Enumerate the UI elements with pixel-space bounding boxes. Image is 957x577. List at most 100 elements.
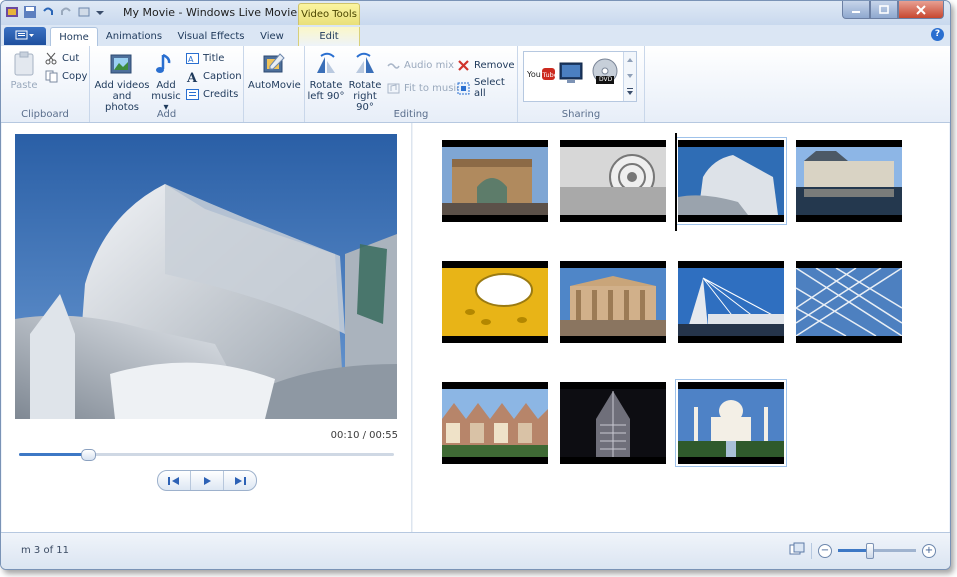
- add-music-button[interactable]: Add music ▾: [150, 51, 182, 113]
- remove-label: Remove: [474, 59, 515, 71]
- clip-thumbnail-concert-hall[interactable]: [675, 137, 787, 225]
- add-videos-label-line1: Add videos: [94, 80, 150, 91]
- clip-thumbnail-taj-mahal[interactable]: [675, 379, 787, 467]
- automovie-group: AutoMovie: [244, 46, 305, 122]
- sharing-group-label: Sharing: [561, 109, 601, 120]
- window-controls: [842, 1, 944, 19]
- storyboard: [413, 123, 949, 532]
- clip-thumbnail-column[interactable]: [560, 140, 666, 222]
- thumbnail-size-icon[interactable]: [789, 542, 805, 559]
- playback-controls: [157, 470, 257, 491]
- redo-icon[interactable]: [59, 5, 73, 19]
- clip-thumbnail-arch[interactable]: [442, 140, 548, 222]
- tab-home[interactable]: Home: [50, 27, 98, 48]
- tab-view[interactable]: View: [253, 27, 291, 46]
- automovie-icon: [261, 51, 287, 77]
- zoom-control: − +: [789, 542, 936, 559]
- dvd-share-button[interactable]: DVD: [590, 57, 620, 87]
- caption-icon: A: [186, 70, 199, 86]
- concert-hall-preview-image: [15, 134, 397, 419]
- credits-button[interactable]: Credits: [186, 86, 238, 102]
- rotate-left-label-line1: Rotate: [309, 80, 343, 91]
- tools-icon[interactable]: [77, 5, 91, 19]
- tab-edit[interactable]: Edit: [298, 27, 360, 46]
- display-share-button[interactable]: [558, 59, 586, 87]
- close-button[interactable]: [898, 1, 944, 19]
- youtube-share-button[interactable]: YouTube: [526, 66, 558, 82]
- zoom-out-button[interactable]: −: [818, 543, 832, 558]
- next-frame-icon: [235, 476, 246, 485]
- tab-animations[interactable]: Animations: [101, 27, 167, 46]
- cut-button[interactable]: Cut: [45, 50, 79, 66]
- clipboard-group-label: Clipboard: [21, 109, 69, 120]
- sharing-gallery: YouTube DVD: [523, 51, 637, 102]
- clip-thumbnail-glass-roof[interactable]: [796, 261, 902, 343]
- audio-mix-button[interactable]: Audio mix: [387, 57, 454, 73]
- seek-thumb[interactable]: [80, 449, 96, 461]
- clip-thumbnail-yellow-ceiling[interactable]: [442, 261, 548, 343]
- rotate-right-button[interactable]: Rotate right 90°: [345, 51, 385, 113]
- zoom-slider[interactable]: [838, 543, 916, 559]
- audio-mix-icon: [387, 59, 400, 72]
- previous-frame-button[interactable]: [158, 471, 190, 490]
- save-icon[interactable]: [23, 5, 37, 19]
- scissors-icon: [45, 52, 58, 65]
- zoom-slider-thumb[interactable]: [866, 543, 875, 559]
- music-note-icon: [153, 51, 179, 77]
- automovie-button[interactable]: AutoMovie: [248, 51, 301, 91]
- copy-label: Copy: [62, 70, 88, 82]
- caption-button[interactable]: A Caption: [186, 68, 242, 86]
- maximize-button[interactable]: [870, 1, 898, 19]
- tab-visual-effects[interactable]: Visual Effects: [173, 27, 249, 46]
- automovie-label: AutoMovie: [248, 80, 301, 91]
- title-label: Title: [203, 52, 225, 64]
- rotate-left-label-line2: left 90°: [307, 91, 345, 102]
- play-button[interactable]: [190, 471, 223, 490]
- minimize-button[interactable]: [842, 1, 870, 19]
- caption-label: Caption: [203, 70, 242, 82]
- credits-label: Credits: [203, 88, 239, 100]
- copy-icon: [45, 70, 58, 83]
- rotate-right-icon: [352, 51, 378, 77]
- credits-icon: [186, 88, 199, 101]
- paste-label: Paste: [10, 80, 38, 91]
- svg-text:You: You: [527, 70, 541, 79]
- rotate-left-button[interactable]: Rotate left 90°: [307, 51, 345, 102]
- select-all-button[interactable]: Select all: [457, 77, 517, 99]
- title-bar: My Movie - Windows Live Movie Maker Vide…: [1, 1, 950, 25]
- undo-icon[interactable]: [41, 5, 55, 19]
- next-frame-button[interactable]: [223, 471, 256, 490]
- seek-bar[interactable]: [19, 449, 394, 461]
- audio-mix-label: Audio mix: [404, 59, 455, 71]
- remove-x-icon: [457, 59, 470, 72]
- app-menu-button[interactable]: [4, 27, 46, 45]
- clip-thumbnail-bridge[interactable]: [678, 261, 784, 343]
- clip-thumbnail-parthenon[interactable]: [560, 261, 666, 343]
- svg-text:A: A: [186, 71, 198, 83]
- editing-group: Rotate left 90° Rotate right 90° Audio m…: [305, 46, 518, 122]
- fit-to-music-button[interactable]: Fit to music: [387, 80, 462, 96]
- gallery-scroll[interactable]: [623, 52, 636, 101]
- app-icon[interactable]: [5, 5, 19, 19]
- customize-qat-icon[interactable]: [95, 5, 109, 19]
- clip-thumbnail-chateau[interactable]: [796, 140, 902, 222]
- paste-button[interactable]: Paste: [9, 51, 39, 91]
- zoom-in-button[interactable]: +: [922, 543, 936, 558]
- video-tools-context-label: Video Tools: [298, 3, 360, 25]
- previous-frame-icon: [168, 476, 179, 485]
- seek-progress: [19, 453, 87, 456]
- video-preview[interactable]: [15, 134, 397, 419]
- remove-button[interactable]: Remove: [457, 57, 515, 73]
- title-button[interactable]: A Title: [186, 50, 224, 66]
- zoom-slider-fill: [838, 549, 870, 552]
- status-item-count: m 3 of 11: [21, 545, 70, 556]
- copy-button[interactable]: Copy: [45, 68, 87, 84]
- cut-label: Cut: [62, 52, 80, 64]
- clipboard-group: Paste Cut Copy Clipboard: [1, 46, 90, 122]
- youtube-icon: YouTube: [526, 68, 558, 80]
- editing-group-label: Editing: [393, 109, 429, 120]
- clip-thumbnail-victorian-houses[interactable]: [442, 382, 548, 464]
- clip-thumbnail-skyscraper[interactable]: [560, 382, 666, 464]
- help-icon[interactable]: ?: [931, 28, 944, 41]
- add-videos-photos-button[interactable]: Add videos and photos: [94, 51, 150, 113]
